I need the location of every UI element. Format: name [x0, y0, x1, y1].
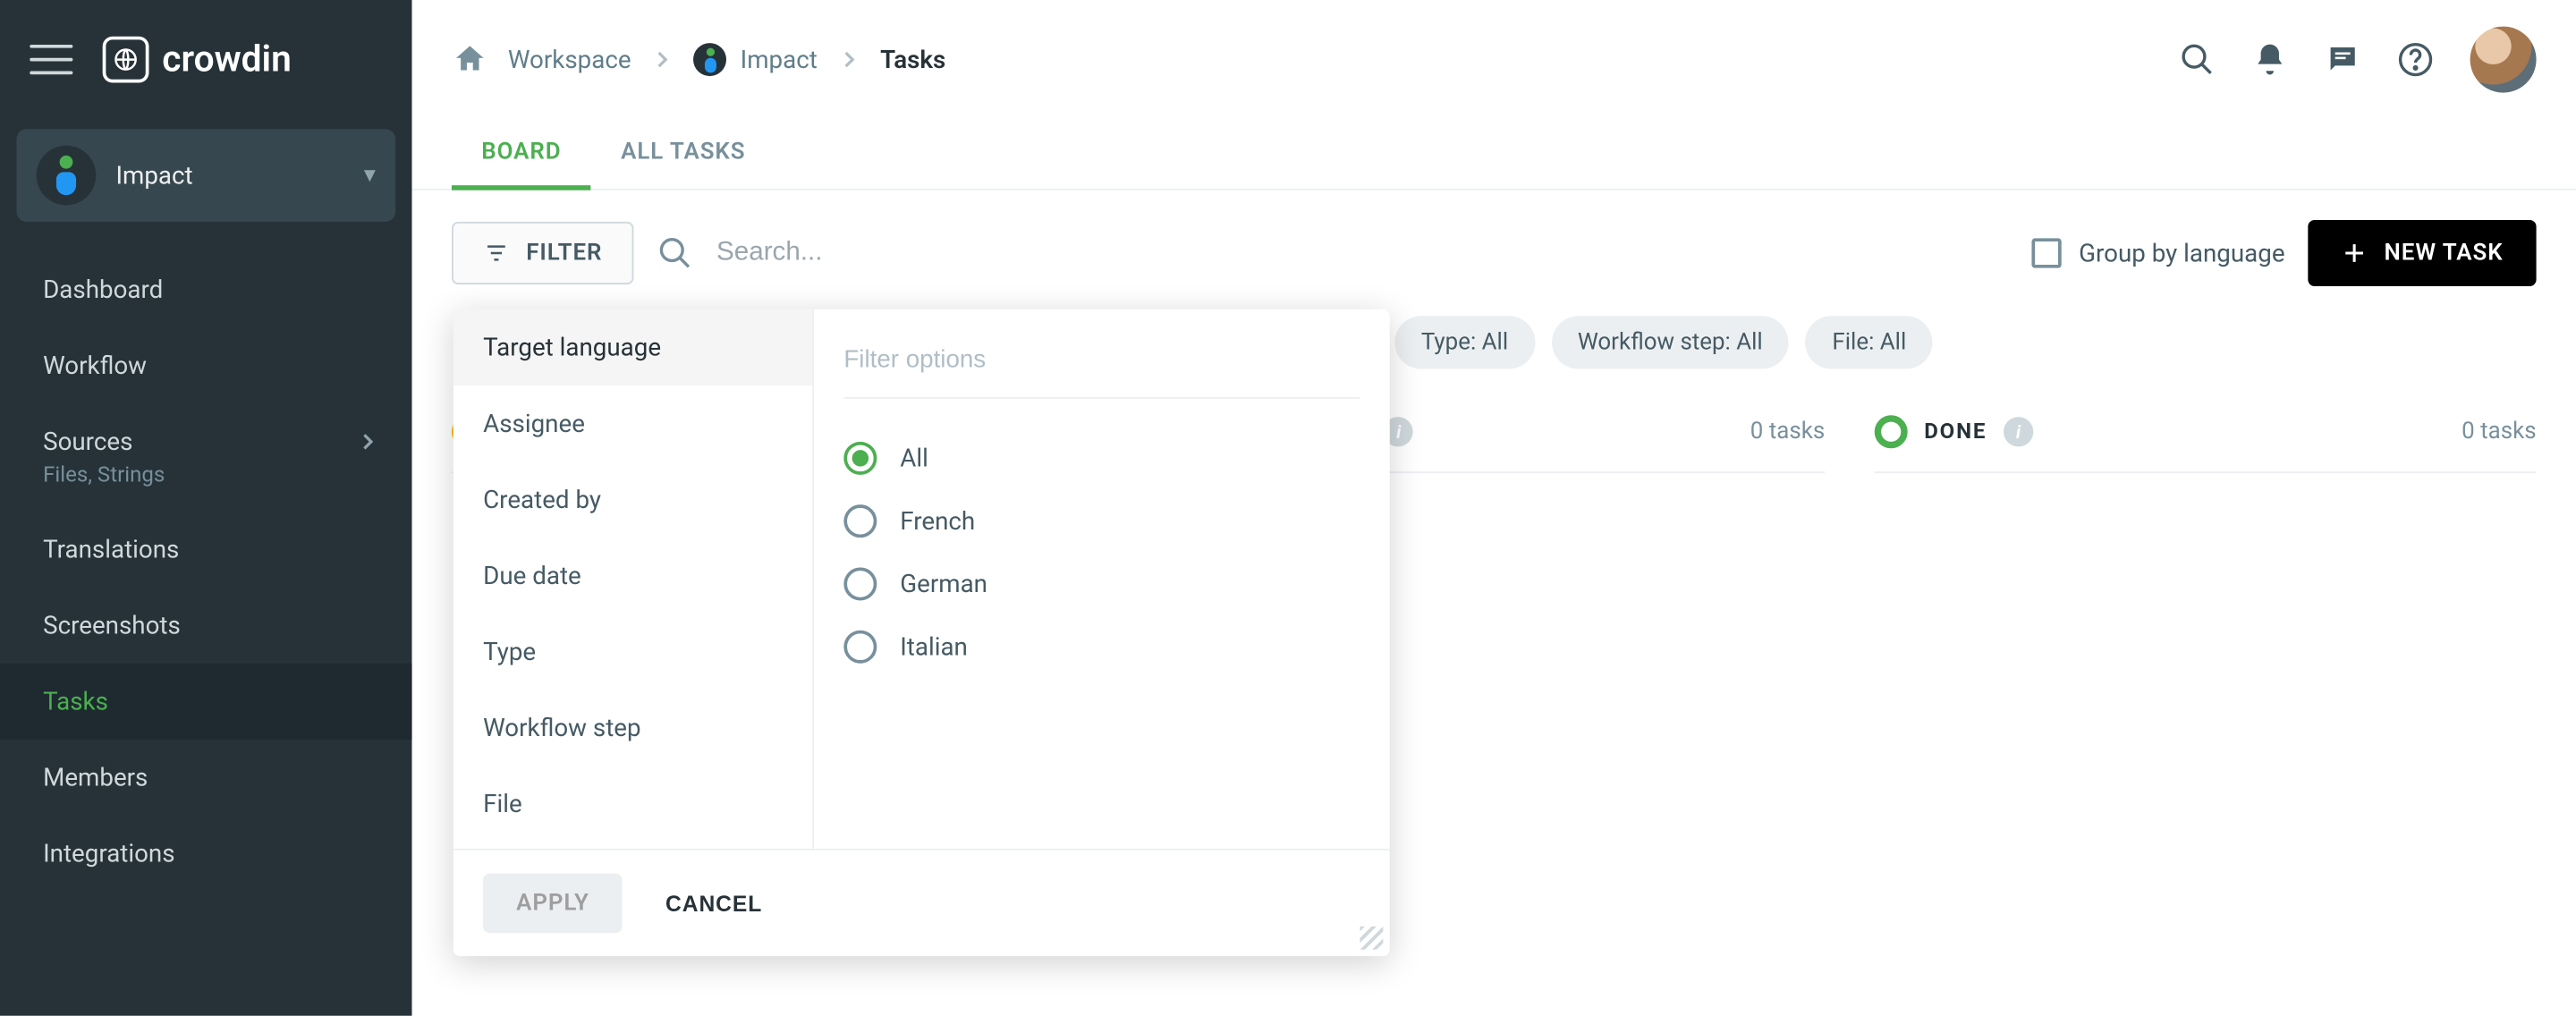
- chevron-right-icon: [837, 48, 860, 72]
- filter-chip[interactable]: Workflow step: All: [1551, 316, 1789, 368]
- tabs: BOARD ALL TASKS: [412, 119, 2576, 190]
- project-name: Impact: [115, 160, 343, 190]
- radio-icon: [843, 442, 877, 475]
- search-icon[interactable]: [2179, 41, 2216, 78]
- project-switcher[interactable]: Impact ▾: [16, 129, 395, 222]
- filter-categories: Target languageAssigneeCreated byDue dat…: [453, 309, 814, 849]
- filter-option-label: Italian: [900, 632, 968, 662]
- chat-icon[interactable]: [2325, 41, 2361, 78]
- radio-icon: [843, 567, 877, 600]
- tab-board[interactable]: BOARD: [452, 119, 591, 189]
- home-icon[interactable]: [452, 41, 488, 78]
- sidebar-item-label: Dashboard: [43, 275, 163, 304]
- column-count: 0 tasks: [1750, 419, 1825, 445]
- filter-category[interactable]: Workflow step: [453, 690, 812, 766]
- sidebar-item-integrations[interactable]: Integrations: [0, 816, 412, 892]
- sidebar-item-label: Workflow: [43, 351, 147, 380]
- sidebar-item-label: Tasks: [43, 687, 108, 716]
- sidebar-item-dashboard[interactable]: Dashboard: [0, 251, 412, 327]
- filter-option[interactable]: French: [843, 495, 1360, 547]
- status-dot-icon: [1875, 415, 1908, 448]
- filter-button-label: FILTER: [526, 240, 602, 267]
- search-icon[interactable]: [657, 235, 693, 272]
- filter-popover: Target languageAssigneeCreated byDue dat…: [453, 309, 1390, 956]
- tab-all-tasks[interactable]: ALL TASKS: [591, 119, 775, 189]
- filter-category[interactable]: Created by: [453, 461, 812, 538]
- filter-category[interactable]: Assignee: [453, 385, 812, 461]
- breadcrumb-project-label: Impact: [741, 45, 818, 74]
- radio-icon: [843, 631, 877, 664]
- filter-option[interactable]: German: [843, 557, 1360, 610]
- filter-option[interactable]: All: [843, 432, 1360, 485]
- search-input[interactable]: [716, 238, 1352, 267]
- cancel-button[interactable]: CANCEL: [642, 875, 785, 933]
- sidebar-item-label: Screenshots: [43, 611, 181, 640]
- breadcrumb-page: Tasks: [880, 45, 945, 74]
- plus-icon: [2341, 240, 2368, 267]
- column-count: 0 tasks: [2462, 419, 2536, 445]
- sidebar-item-workflow[interactable]: Workflow: [0, 327, 412, 403]
- new-task-label: NEW TASK: [2385, 240, 2504, 267]
- column-title: DONE: [1924, 419, 1987, 444]
- bell-icon[interactable]: [2251, 41, 2288, 78]
- brand-mark-icon: [103, 37, 149, 83]
- filter-options-search[interactable]: [843, 326, 1360, 398]
- breadcrumb-project[interactable]: Impact: [694, 43, 818, 76]
- chevron-right-icon: [651, 48, 674, 72]
- caret-down-icon: ▾: [364, 162, 376, 189]
- filter-button[interactable]: FILTER: [452, 222, 634, 284]
- sidebar-item-screenshots[interactable]: Screenshots: [0, 588, 412, 664]
- column-done: DONE i 0 tasks: [1875, 399, 2537, 473]
- toolbar: FILTER Group by language NEW TASK: [412, 190, 2576, 317]
- apply-button[interactable]: APPLY: [483, 874, 623, 934]
- sidebar-item-sublabel: Files, Strings: [43, 463, 369, 488]
- resize-grip-icon[interactable]: [1360, 927, 1383, 950]
- sidebar-nav: Dashboard Workflow Sources Files, Strings Tr…: [0, 251, 412, 892]
- chevron-right-icon: [356, 430, 379, 453]
- sidebar-item-members[interactable]: Members: [0, 740, 412, 816]
- group-by-language-label: Group by language: [2079, 238, 2284, 267]
- filter-chip[interactable]: File: All: [1806, 316, 1933, 368]
- sidebar-item-tasks[interactable]: Tasks: [0, 664, 412, 740]
- sidebar-item-label: Sources: [43, 427, 369, 456]
- filter-icon: [483, 240, 510, 267]
- sidebar-item-label: Integrations: [43, 839, 174, 868]
- sidebar-item-translations[interactable]: Translations: [0, 512, 412, 588]
- filter-chip[interactable]: Type: All: [1394, 316, 1534, 368]
- project-mini-icon: [694, 43, 727, 76]
- sidebar-item-sources[interactable]: Sources Files, Strings: [0, 403, 412, 511]
- breadcrumb-workspace[interactable]: Workspace: [508, 45, 631, 74]
- sidebar: crowdin Impact ▾ Dashboard Workflow Source…: [0, 0, 412, 1016]
- filter-option-label: German: [900, 569, 987, 598]
- filter-option-label: All: [900, 444, 928, 473]
- info-icon[interactable]: i: [2004, 417, 2033, 446]
- radio-icon: [843, 504, 877, 538]
- avatar[interactable]: [2470, 27, 2537, 93]
- filter-option-label: French: [900, 506, 975, 536]
- filter-category[interactable]: Target language: [453, 309, 812, 385]
- brand-name: crowdin: [162, 38, 292, 80]
- checkbox-icon: [2032, 238, 2062, 267]
- group-by-language-checkbox[interactable]: Group by language: [2032, 238, 2284, 267]
- help-icon[interactable]: [2397, 41, 2434, 78]
- filter-options-list: All French German Italian: [843, 399, 1360, 673]
- menu-icon[interactable]: [30, 45, 72, 74]
- project-icon: [37, 146, 97, 206]
- filter-option[interactable]: Italian: [843, 621, 1360, 673]
- sidebar-item-label: Members: [43, 763, 148, 792]
- new-task-button[interactable]: NEW TASK: [2308, 220, 2536, 286]
- filter-category[interactable]: File: [453, 766, 812, 842]
- filter-category[interactable]: Due date: [453, 538, 812, 614]
- brand-logo[interactable]: crowdin: [103, 37, 292, 83]
- filter-category[interactable]: Type: [453, 614, 812, 690]
- sidebar-item-label: Translations: [43, 534, 179, 563]
- topbar: Workspace Impact Tasks: [412, 0, 2576, 119]
